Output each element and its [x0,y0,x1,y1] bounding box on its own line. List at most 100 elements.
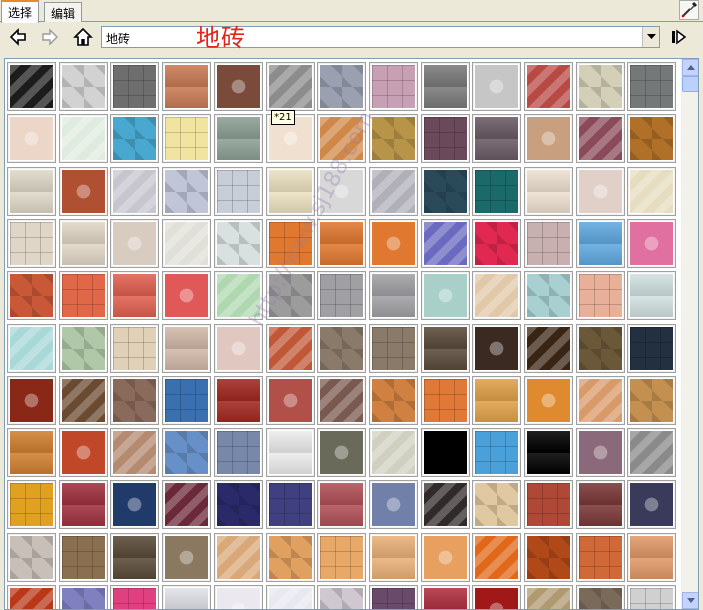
material-swatch[interactable] [524,167,573,216]
material-swatch[interactable] [627,533,676,582]
material-swatch[interactable] [317,271,366,320]
material-swatch[interactable] [524,428,573,477]
material-swatch[interactable] [627,167,676,216]
material-swatch[interactable] [317,376,366,425]
material-swatch[interactable] [162,585,211,609]
material-swatch[interactable] [421,167,470,216]
material-swatch[interactable] [421,428,470,477]
material-swatch[interactable] [214,585,263,609]
material-swatch[interactable] [472,219,521,268]
dropdown-button[interactable] [642,27,659,47]
material-swatch[interactable] [369,62,418,111]
material-swatch[interactable] [627,219,676,268]
material-swatch[interactable] [110,585,159,609]
material-swatch[interactable] [369,533,418,582]
material-swatch[interactable] [472,428,521,477]
eyedropper-icon[interactable] [679,0,699,20]
material-swatch[interactable] [317,480,366,529]
material-swatch[interactable] [266,167,315,216]
material-swatch[interactable] [421,585,470,609]
material-swatch[interactable] [369,219,418,268]
tab-edit[interactable]: 编辑 [44,2,83,22]
material-swatch[interactable] [317,219,366,268]
material-swatch[interactable] [7,376,56,425]
material-swatch[interactable] [421,62,470,111]
material-swatch[interactable] [576,167,625,216]
material-swatch[interactable] [7,219,56,268]
material-swatch[interactable] [627,585,676,609]
material-swatch[interactable] [266,585,315,609]
material-swatch[interactable] [421,271,470,320]
material-swatch[interactable] [317,324,366,373]
material-swatch[interactable] [421,533,470,582]
material-swatch[interactable] [214,114,263,163]
material-swatch[interactable] [317,114,366,163]
material-swatch[interactable] [576,114,625,163]
material-swatch[interactable] [421,480,470,529]
material-swatch[interactable] [369,324,418,373]
material-swatch[interactable] [576,533,625,582]
material-swatch[interactable] [421,219,470,268]
material-swatch[interactable] [59,219,108,268]
material-swatch[interactable] [162,533,211,582]
forward-button[interactable] [39,26,61,48]
material-swatch[interactable] [110,114,159,163]
material-swatch[interactable] [214,167,263,216]
material-swatch[interactable] [110,62,159,111]
material-swatch[interactable] [472,62,521,111]
material-swatch[interactable] [162,62,211,111]
material-swatch[interactable] [266,324,315,373]
material-swatch[interactable] [472,114,521,163]
material-swatch[interactable] [110,324,159,373]
material-swatch[interactable] [214,376,263,425]
material-swatch[interactable] [524,271,573,320]
material-swatch[interactable] [7,167,56,216]
material-swatch[interactable] [472,480,521,529]
material-swatch[interactable] [162,376,211,425]
location-combobox[interactable]: 地砖 [101,26,660,48]
material-swatch[interactable] [317,62,366,111]
material-swatch[interactable] [627,480,676,529]
material-swatch[interactable] [214,271,263,320]
material-swatch[interactable] [7,533,56,582]
material-swatch[interactable] [7,585,56,609]
material-swatch[interactable] [524,376,573,425]
material-swatch[interactable] [317,533,366,582]
material-swatch[interactable] [369,428,418,477]
vertical-scrollbar[interactable] [681,59,698,609]
material-swatch[interactable] [421,324,470,373]
material-swatch[interactable] [524,585,573,609]
details-button[interactable] [668,26,690,48]
material-swatch[interactable] [214,533,263,582]
material-swatch[interactable] [266,480,315,529]
material-swatch[interactable] [7,480,56,529]
back-button[interactable] [7,26,29,48]
material-swatch[interactable] [214,324,263,373]
material-swatch[interactable] [421,114,470,163]
material-swatch[interactable] [7,324,56,373]
material-swatch[interactable] [627,324,676,373]
material-swatch[interactable] [266,219,315,268]
material-swatch[interactable] [59,114,108,163]
material-swatch[interactable] [576,428,625,477]
material-swatch[interactable] [524,324,573,373]
material-swatch[interactable] [59,271,108,320]
material-swatch[interactable] [369,271,418,320]
material-swatch[interactable] [576,480,625,529]
material-swatch[interactable] [59,533,108,582]
material-swatch[interactable] [524,114,573,163]
material-swatch[interactable] [59,62,108,111]
material-swatch[interactable] [369,167,418,216]
material-swatch[interactable] [266,62,315,111]
home-button[interactable] [72,26,94,48]
material-swatch[interactable] [317,167,366,216]
material-swatch[interactable] [214,480,263,529]
material-swatch[interactable] [317,585,366,609]
material-swatch[interactable] [7,428,56,477]
material-swatch[interactable] [162,428,211,477]
material-swatch[interactable] [627,428,676,477]
material-swatch[interactable] [59,428,108,477]
material-swatch[interactable] [369,585,418,609]
material-swatch[interactable] [421,376,470,425]
material-swatch[interactable] [162,114,211,163]
